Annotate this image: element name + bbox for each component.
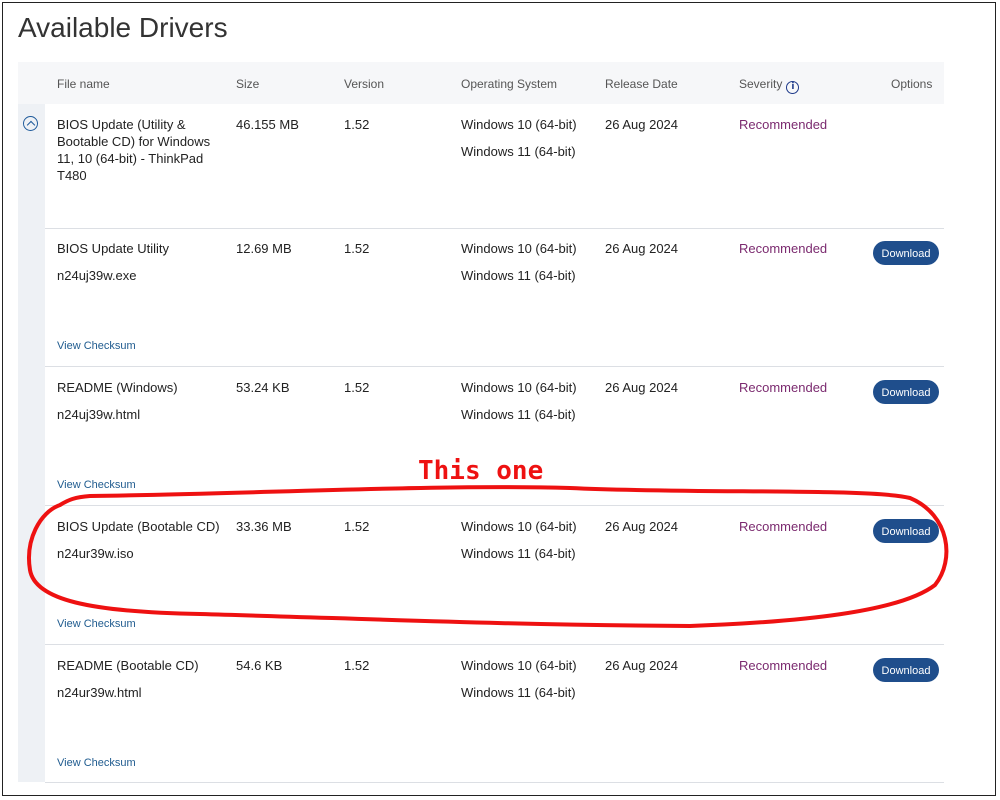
annotation-circle [27,485,949,628]
annotation-label: This one [418,456,544,486]
